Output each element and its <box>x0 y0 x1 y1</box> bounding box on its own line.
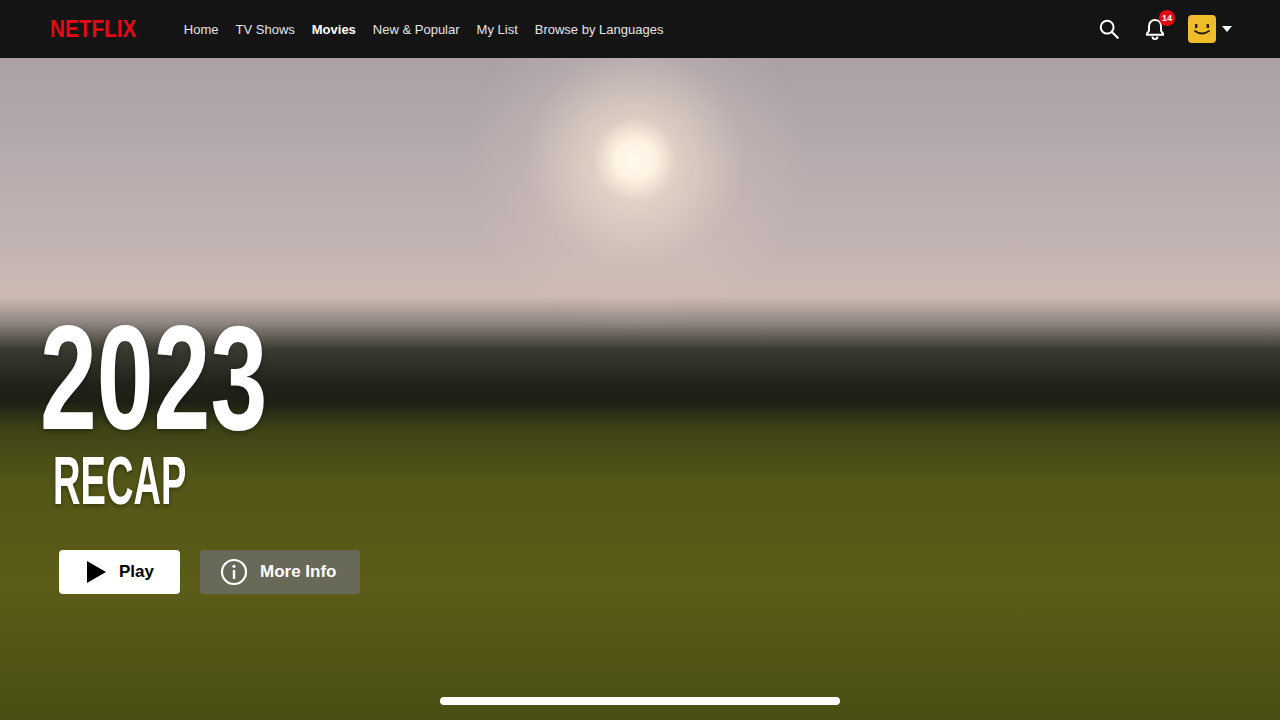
notifications-button[interactable]: 14 <box>1142 16 1168 42</box>
profile-avatar[interactable] <box>1188 15 1216 43</box>
play-button[interactable]: Play <box>59 550 180 594</box>
notification-badge: 14 <box>1159 10 1175 26</box>
info-icon[interactable] <box>220 558 248 586</box>
nav-link[interactable]: TV Shows <box>236 22 295 37</box>
nav-item: New & Popular <box>373 17 460 41</box>
nav-item: TV Shows <box>236 17 295 41</box>
info-button[interactable]: More Info <box>200 550 361 594</box>
hero-subtitle: RECAP <box>53 434 740 544</box>
hero-title: 2023 <box>40 304 896 434</box>
hero-banner: 2023RECAP Play More Info <box>0 58 1280 720</box>
profile-menu[interactable] <box>1188 15 1232 43</box>
netflix-logo[interactable]: NETFLIX <box>50 18 136 41</box>
nav-item: My List <box>477 17 518 41</box>
nav-link[interactable]: Movies <box>312 22 356 37</box>
home-indicator[interactable] <box>440 697 840 705</box>
nav-link[interactable]: Home <box>184 22 219 37</box>
netflix-page: NETFLIX Home TV Shows Movies New & Popular My… <box>0 0 1280 720</box>
nav-item: Home <box>184 17 219 41</box>
button-label: More Info <box>260 559 337 585</box>
top-nav: NETFLIX Home TV Shows Movies New & Popular My… <box>0 0 1280 58</box>
search-icon[interactable] <box>1098 18 1120 40</box>
search-button[interactable] <box>1096 16 1122 42</box>
smiley-icon <box>1191 21 1213 37</box>
nav-item: Browse by Languages <box>535 17 664 41</box>
button-label: Play <box>119 559 154 585</box>
hero-actions: Play More Info <box>59 550 1280 594</box>
nav-link[interactable]: My List <box>477 22 518 37</box>
caret-down-icon[interactable] <box>1222 26 1232 32</box>
nav-tools: 14 <box>1096 15 1232 43</box>
nav-links: Home TV Shows Movies New & Popular My List Br… <box>184 17 664 41</box>
nav-link[interactable]: Browse by Languages <box>535 22 664 37</box>
nav-link[interactable]: New & Popular <box>373 22 460 37</box>
play-icon[interactable] <box>85 560 107 584</box>
nav-item: Movies <box>312 17 356 41</box>
